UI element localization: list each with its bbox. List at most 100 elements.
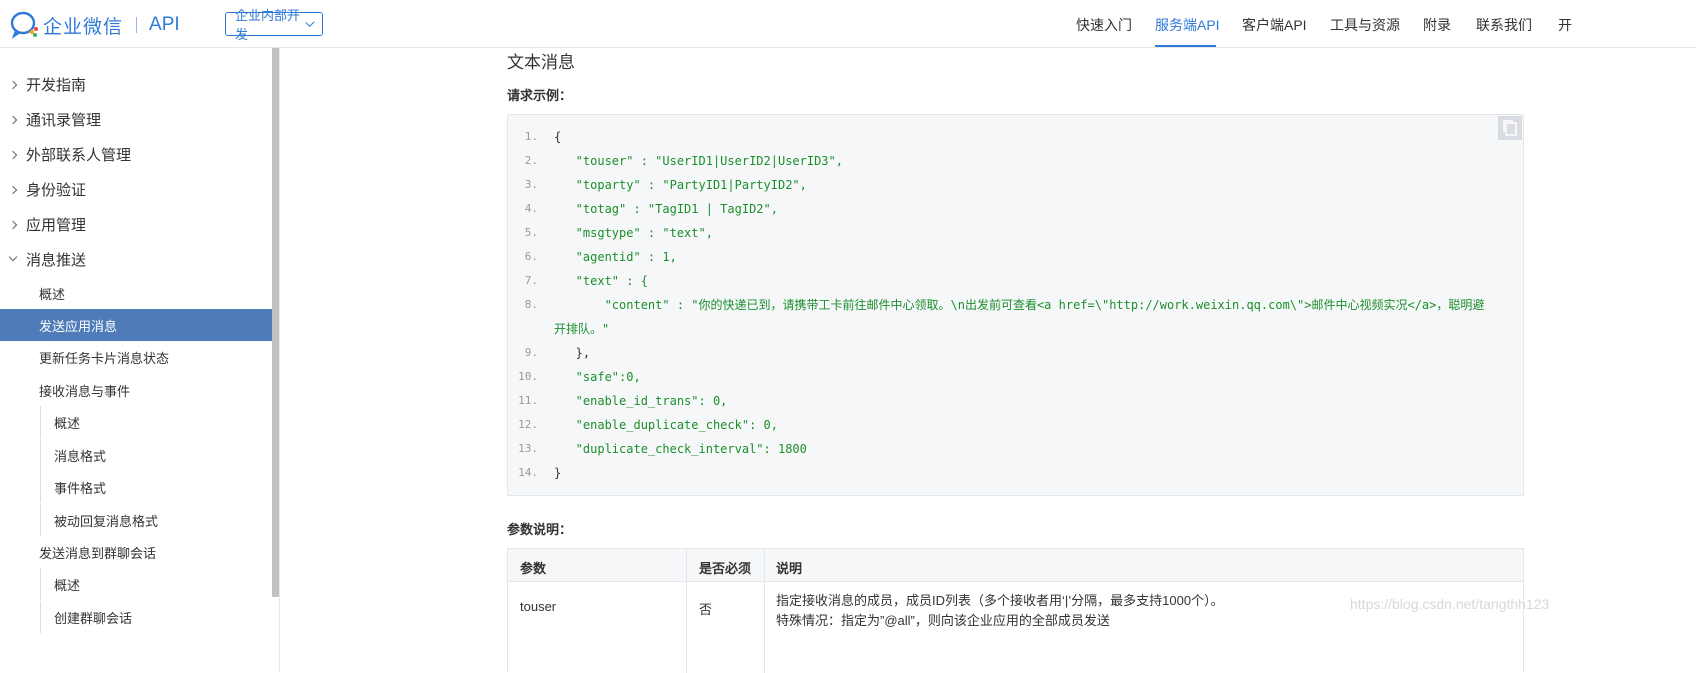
sidebar-subsub-create-group[interactable]: 创建群聊会话: [0, 601, 272, 633]
params-label: 参数说明：: [507, 522, 573, 537]
sidebar-item-label: 身份验证: [26, 182, 87, 199]
code-text: },: [554, 346, 591, 360]
line-number: 3.: [524, 178, 538, 191]
nav-quickstart[interactable]: 快速入门: [1076, 15, 1132, 35]
code-text: 开排队。": [554, 322, 610, 336]
code-text: "enable_duplicate_check": 0,: [554, 418, 778, 432]
line-number: 6.: [524, 250, 538, 263]
line-number: 8.: [524, 298, 538, 311]
sidebar-sub-send-to-group[interactable]: 发送消息到群聊会话: [0, 536, 272, 568]
watermark: https://blog.csdn.net/tangthh123: [1350, 596, 1550, 612]
nav-more[interactable]: 开: [1558, 15, 1572, 35]
sidebar-item-label: 开发指南: [26, 77, 87, 94]
sidebar-sub-send-app-message[interactable]: 发送应用消息: [0, 309, 272, 341]
line-number: 9.: [524, 346, 538, 359]
sidebar-item-message-push[interactable]: 消息推送: [0, 242, 272, 277]
cell-desc-line2: 特殊情况：指定为”@all”，则向该企业应用的全部成员发送: [776, 613, 1110, 628]
column-divider: [686, 549, 687, 673]
sidebar-item-label: 概述: [54, 415, 81, 431]
tree-guide-line: [40, 504, 41, 536]
col-header-desc: 说明: [776, 561, 803, 576]
chevron-right-icon: [8, 80, 18, 89]
tree-guide-line: [40, 568, 41, 600]
logo-separator: [136, 17, 138, 33]
nav-server-api[interactable]: 服务端API: [1155, 15, 1220, 35]
page-title: 文本消息: [507, 53, 575, 72]
dev-type-dropdown-label: 企业内部开发: [235, 8, 301, 42]
chevron-right-icon: [8, 115, 18, 124]
sidebar-subsub-overview[interactable]: 概述: [0, 406, 272, 438]
request-example-label: 请求示例：: [507, 88, 573, 103]
nav-appendix[interactable]: 附录: [1423, 15, 1451, 35]
line-number: 13.: [518, 442, 538, 455]
line-number: 10.: [518, 370, 538, 383]
sidebar-item-label: 消息格式: [54, 448, 107, 464]
sidebar: 开发指南 通讯录管理 外部联系人管理 身份验证 应用管理 消息推送 概述 发送应…: [0, 48, 280, 672]
code-text: }: [554, 466, 562, 480]
sidebar-sub-update-task-card[interactable]: 更新任务卡片消息状态: [0, 341, 272, 373]
code-text: "totag" : "TagID1 | TagID2",: [554, 202, 778, 216]
line-number: 11.: [518, 394, 538, 407]
sidebar-item-label: 被动回复消息格式: [54, 513, 159, 529]
top-header: 企业微信 API 企业内部开发 快速入门 服务端API 客户端API 工具与资源…: [0, 0, 1696, 48]
sidebar-scrollbar[interactable]: [272, 48, 279, 597]
wecom-logo-icon: [10, 11, 38, 39]
chevron-down-icon: [305, 17, 315, 27]
code-text: "enable_id_trans": 0,: [554, 394, 728, 408]
code-text: "msgtype" : "text",: [554, 226, 713, 240]
code-text: "content" : "你的快递已到，请携带工卡前往邮件中心领取。\n出发前可…: [554, 298, 1485, 312]
sidebar-item-app-mgmt[interactable]: 应用管理: [0, 207, 272, 242]
code-text: "safe":0,: [554, 370, 641, 384]
copy-button[interactable]: [1498, 116, 1522, 140]
col-header-required: 是否必须: [699, 561, 752, 576]
sidebar-subsub-message-format[interactable]: 消息格式: [0, 439, 272, 471]
sidebar-item-label: 接收消息与事件: [39, 383, 131, 399]
sidebar-item-label: 发送消息到群聊会话: [39, 545, 157, 561]
sidebar-item-auth[interactable]: 身份验证: [0, 172, 272, 207]
cell-param: touser: [520, 599, 557, 614]
sidebar-item-contacts[interactable]: 通讯录管理: [0, 102, 272, 137]
sidebar-item-label: 更新任务卡片消息状态: [39, 350, 170, 366]
sidebar-item-label: 通讯录管理: [26, 112, 102, 129]
nav-contact[interactable]: 联系我们: [1476, 15, 1532, 35]
nav-client-api[interactable]: 客户端API: [1242, 15, 1307, 35]
logo[interactable]: 企业微信 API: [10, 10, 180, 40]
sidebar-item-label: 外部联系人管理: [26, 147, 132, 164]
column-divider: [764, 549, 765, 673]
code-text: "toparty" : "PartyID1|PartyID2",: [554, 178, 807, 192]
chevron-right-icon: [8, 220, 18, 229]
tree-guide-line: [40, 406, 41, 438]
logo-api-label: API: [149, 14, 180, 35]
chevron-down-icon: [8, 252, 18, 262]
sidebar-item-label: 概述: [39, 286, 66, 302]
line-number: 2.: [524, 154, 538, 167]
sidebar-item-label: 消息推送: [26, 252, 87, 269]
table-header: 参数 是否必须 说明: [508, 549, 1523, 582]
nav-tools[interactable]: 工具与资源: [1330, 15, 1400, 35]
sidebar-subsub-event-format[interactable]: 事件格式: [0, 471, 272, 503]
tree-guide-line: [40, 601, 41, 633]
sidebar-item-external-contacts[interactable]: 外部联系人管理: [0, 137, 272, 172]
line-number: 12.: [518, 418, 538, 431]
sidebar-sub-overview[interactable]: 概述: [0, 277, 272, 309]
logo-text: 企业微信: [43, 16, 124, 38]
sidebar-sub-receive-messages[interactable]: 接收消息与事件: [0, 374, 272, 406]
sidebar-item-label: 概述: [54, 577, 81, 593]
sidebar-item-dev-guide[interactable]: 开发指南: [0, 67, 272, 102]
sidebar-subsub-group-overview[interactable]: 概述: [0, 568, 272, 600]
line-number: 5.: [524, 226, 538, 239]
line-number: 1.: [524, 130, 538, 143]
tree-guide-line: [40, 439, 41, 471]
code-text: "duplicate_check_interval": 1800: [554, 442, 807, 456]
sidebar-subsub-passive-reply[interactable]: 被动回复消息格式: [0, 504, 272, 536]
sidebar-item-label: 事件格式: [54, 480, 107, 496]
copy-icon: [1503, 120, 1517, 136]
line-number: 14.: [518, 466, 538, 479]
nav-active-underline: [1155, 45, 1216, 47]
dev-type-dropdown[interactable]: 企业内部开发: [225, 8, 323, 42]
chevron-right-icon: [8, 150, 18, 159]
cell-desc-line1: 指定接收消息的成员，成员ID列表（多个接收者用‘|’分隔，最多支持1000个）。: [776, 593, 1224, 608]
cell-required: 否: [699, 602, 713, 617]
sidebar-item-label: 创建群聊会话: [54, 610, 133, 626]
code-text: "agentid" : 1,: [554, 250, 677, 264]
